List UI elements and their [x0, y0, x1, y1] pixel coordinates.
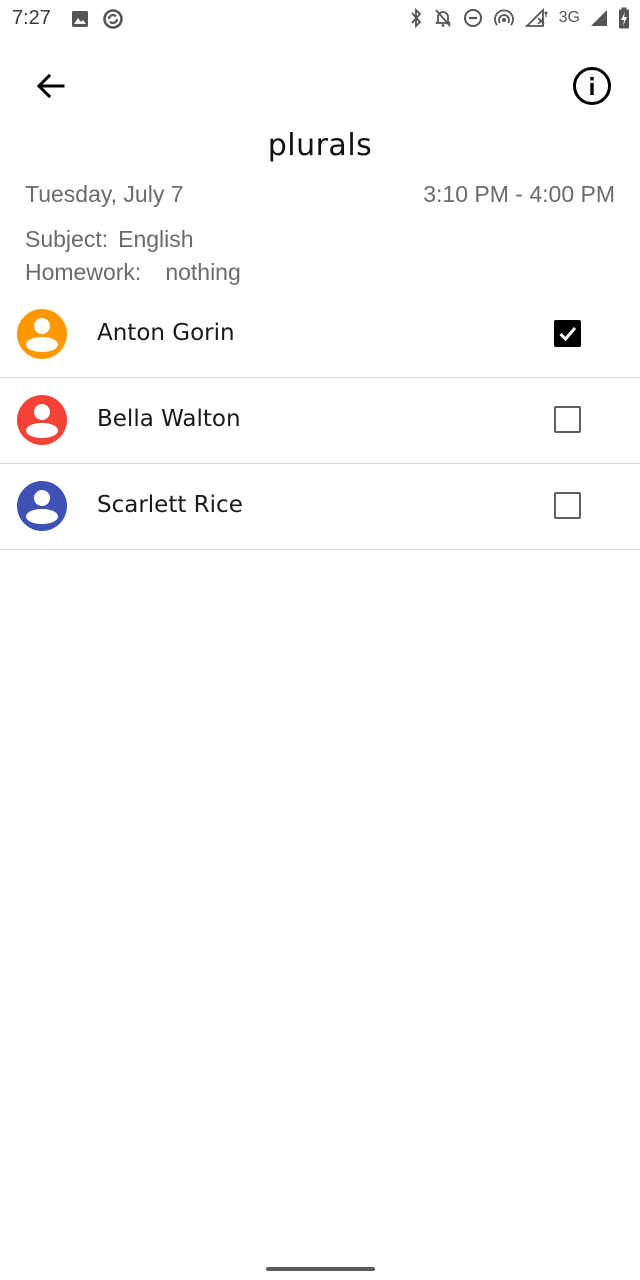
do-not-disturb-icon	[463, 8, 483, 28]
student-row[interactable]: Anton Gorin	[0, 292, 640, 378]
checkmark-icon	[559, 327, 577, 342]
homework-value: nothing	[165, 259, 241, 285]
subject-label: Subject:	[25, 226, 109, 252]
network-type-label: 3G	[558, 9, 580, 26]
bell-off-icon	[433, 8, 453, 28]
avatar-icon	[17, 481, 67, 531]
lesson-date: Tuesday, July 7	[25, 181, 184, 207]
student-name: Scarlett Rice	[97, 492, 243, 518]
status-bar: 7:27 3G	[0, 0, 640, 38]
student-row[interactable]: Bella Walton	[0, 378, 640, 464]
back-button[interactable]	[27, 66, 75, 110]
sync-circle-icon	[102, 8, 124, 30]
attendance-checkbox[interactable]	[554, 406, 581, 433]
subject-value: English	[118, 226, 194, 252]
status-time: 7:27	[12, 7, 51, 29]
student-name: Bella Walton	[97, 406, 241, 432]
student-list: Anton Gorin Bella Walton Scarlett Rice	[0, 292, 640, 550]
gesture-nav-handle[interactable]	[266, 1267, 375, 1271]
image-icon	[70, 9, 90, 29]
lesson-time-range: 3:10 PM - 4:00 PM	[423, 181, 615, 207]
info-button[interactable]	[568, 66, 616, 110]
status-right-icons: 3G	[409, 7, 630, 29]
bluetooth-icon	[409, 8, 423, 28]
info-icon	[572, 66, 612, 111]
student-name: Anton Gorin	[97, 320, 235, 346]
avatar-icon	[17, 309, 67, 359]
student-row[interactable]: Scarlett Rice	[0, 464, 640, 550]
signal-off-icon	[524, 8, 549, 28]
homework-label: Homework:	[25, 259, 142, 285]
page-title: plurals	[267, 128, 373, 163]
attendance-checkbox[interactable]	[554, 320, 581, 347]
avatar-icon	[17, 395, 67, 445]
hotspot-icon	[493, 8, 515, 28]
subject-row: Subject: English	[25, 226, 194, 253]
homework-row: Homework: nothing	[25, 259, 241, 286]
attendance-checkbox[interactable]	[554, 492, 581, 519]
battery-charging-icon	[618, 7, 630, 29]
arrow-back-icon	[35, 70, 67, 107]
status-left-icons	[70, 8, 124, 30]
cell-signal-icon	[590, 9, 608, 27]
